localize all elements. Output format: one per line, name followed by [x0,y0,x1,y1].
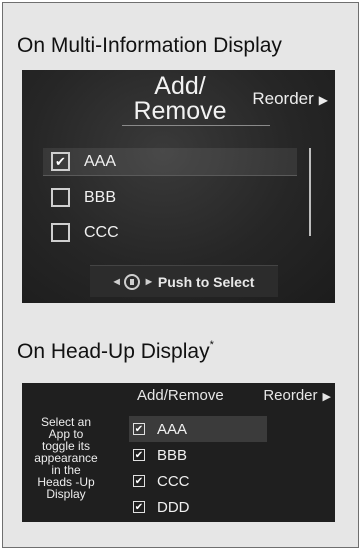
scrollbar[interactable] [309,148,311,236]
selector-dial-icon [123,273,140,290]
left-triangle-icon: ◀ [113,277,120,286]
checkbox-empty-icon[interactable] [51,223,70,242]
checkbox-checked-icon[interactable]: ✔ [133,449,145,461]
instruction-line: Display [46,487,86,501]
push-to-select-bar: ◀ ▶ Push to Select [90,265,278,297]
list-item[interactable]: ✔ DDD [129,494,267,520]
mid-section-heading: On Multi-Information Display [17,34,282,57]
add-remove-title[interactable]: Add/ Remove [126,74,234,124]
list-item-label: CCC [157,472,190,490]
add-remove-tab[interactable]: Add/Remove [137,387,224,404]
list-item[interactable]: ✔ CCC [129,468,267,494]
checkbox-checked-icon[interactable]: ✔ [51,152,70,171]
add-remove-title-line2: Remove [133,97,227,125]
reorder-label: Reorder [263,386,318,404]
hud-header: Add/Remove Reorder ▶ [116,383,335,407]
right-arrow-icon: ▶ [322,390,331,403]
hud-heading-text: On Head-Up Display [17,340,210,363]
push-to-select-label: Push to Select [157,273,255,290]
list-item[interactable]: BBB [43,184,297,211]
list-item-label: CCC [84,223,119,241]
app-list: ✔ AAA BBB CCC [43,148,297,254]
right-triangle-icon: ▶ [145,277,152,286]
head-up-display: Add/Remove Reorder ▶ Select an App to tog… [22,383,335,522]
footnote-mark: * [209,339,214,351]
hud-section-heading: On Head-Up Display* [17,339,214,364]
reorder-tab[interactable]: Reorder ▶ [263,387,331,404]
app-list: ✔ AAA ✔ BBB ✔ CCC ✔ DDD [129,416,267,520]
list-item[interactable]: CCC [43,219,297,246]
checkbox-empty-icon[interactable] [51,188,70,207]
list-item[interactable]: ✔ AAA [43,148,297,176]
list-item-label: BBB [84,188,117,206]
checkbox-checked-icon[interactable]: ✔ [133,423,145,435]
add-remove-title-line1: Add/ [154,72,206,100]
list-item-label: AAA [84,152,117,170]
instruction-text: Select an App to toggle its appearance i… [26,416,106,500]
list-item-label: BBB [157,446,188,464]
reorder-label: Reorder [252,89,314,108]
reorder-tab[interactable]: Reorder ▶ [252,89,328,109]
list-item[interactable]: ✔ AAA [129,416,267,442]
list-item[interactable]: ✔ BBB [129,442,267,468]
list-item-label: AAA [157,420,188,438]
right-arrow-icon: ▶ [318,93,328,107]
list-item-label: DDD [157,498,190,516]
checkbox-checked-icon[interactable]: ✔ [133,501,145,513]
title-underline [122,125,270,126]
multi-information-display: Add/ Remove Reorder ▶ ✔ AAA BBB CCC ◀ ▶ P… [22,70,335,303]
checkbox-checked-icon[interactable]: ✔ [133,475,145,487]
